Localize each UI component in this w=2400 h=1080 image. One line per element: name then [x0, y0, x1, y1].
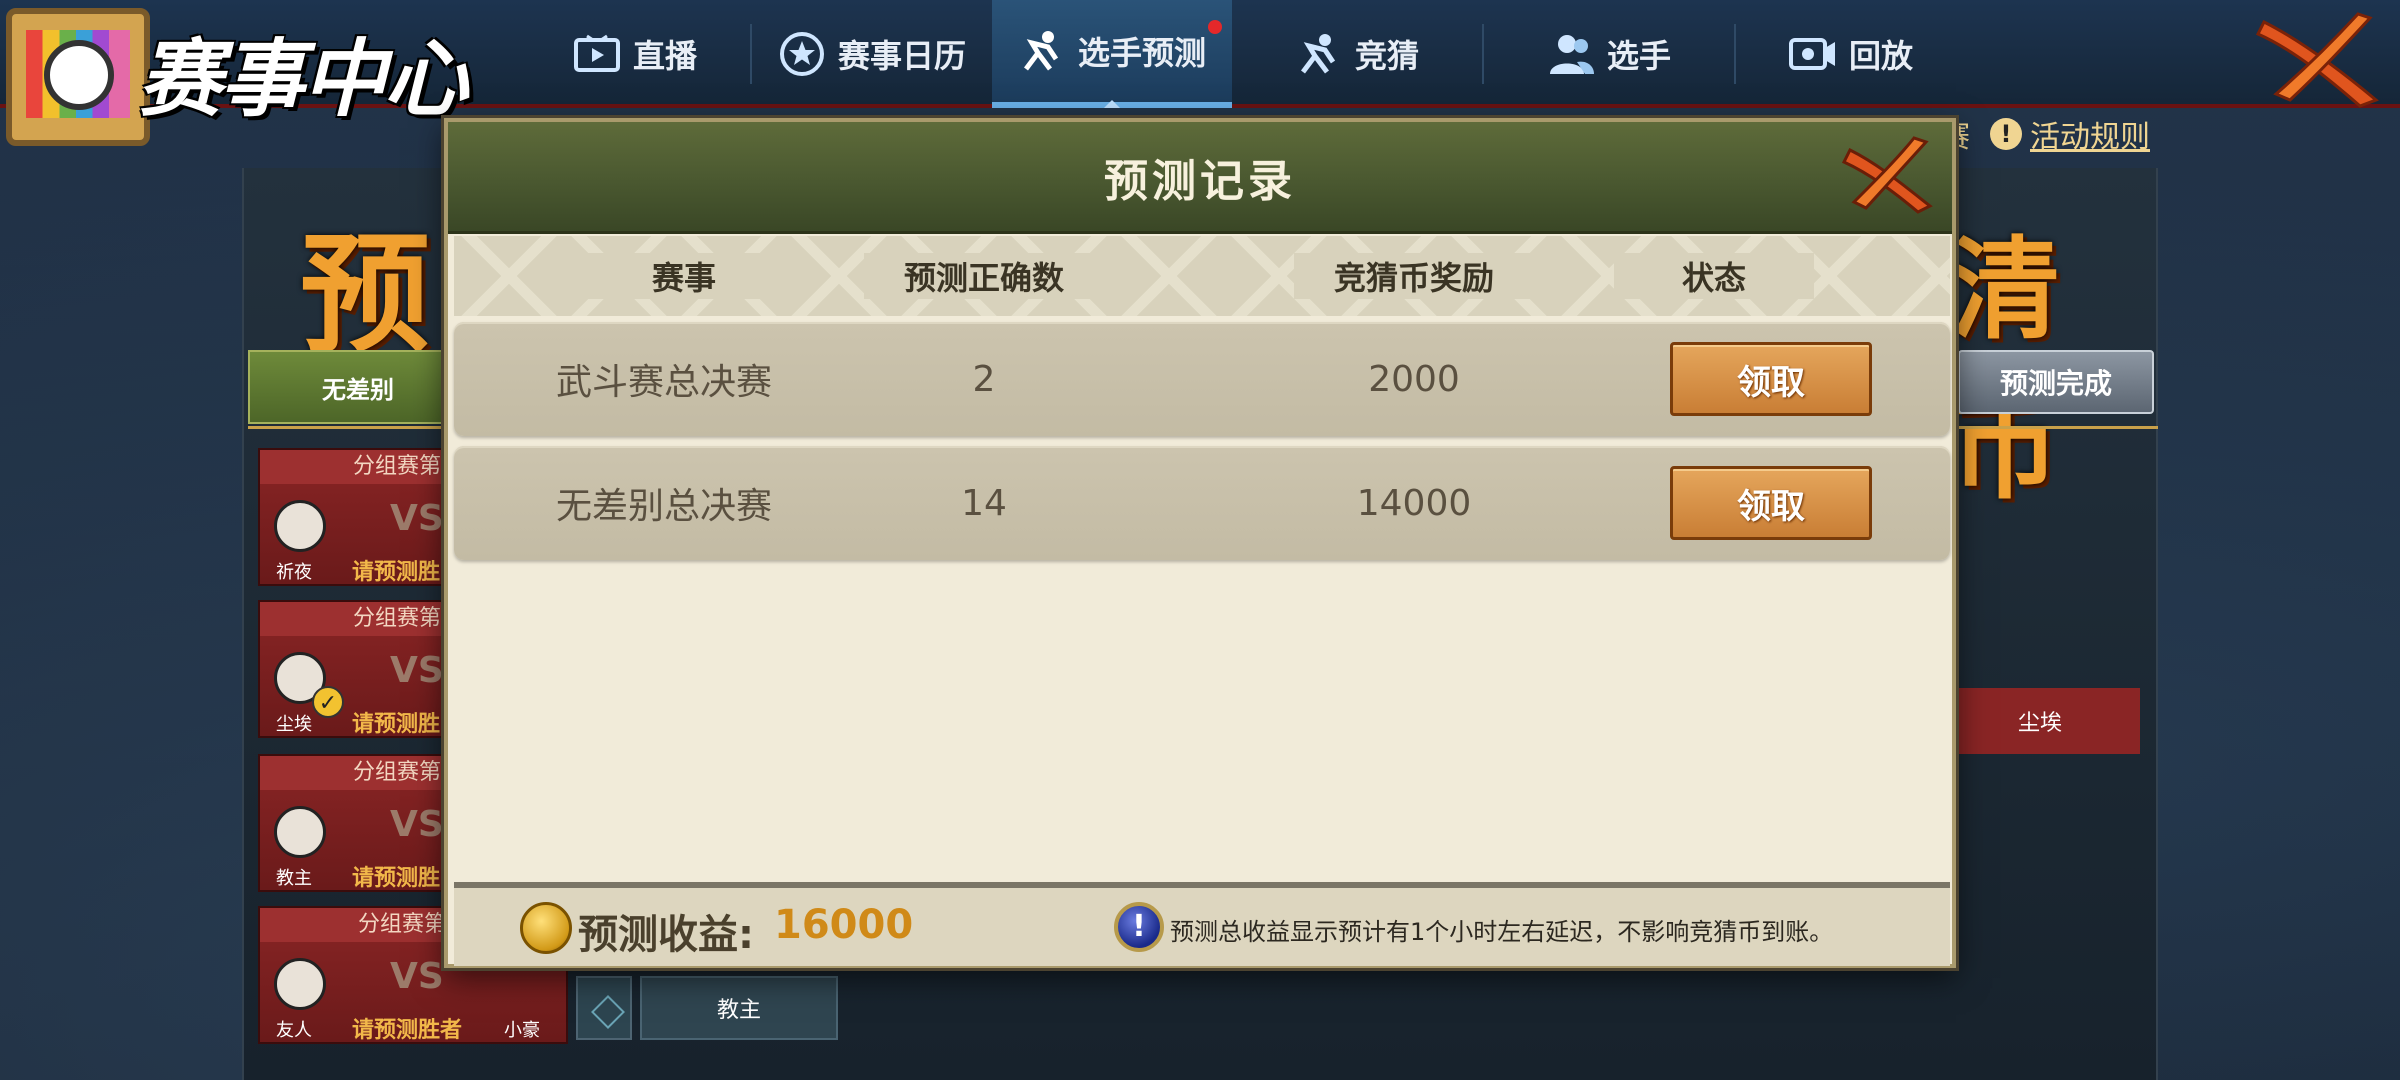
avatar — [274, 500, 326, 552]
rules-link-label: 活动规则 — [2030, 120, 2150, 155]
player-name: 祈夜 — [276, 562, 312, 583]
claim-button[interactable]: 领取 — [1670, 466, 1872, 540]
income-label: 预测收益: — [578, 912, 754, 958]
dialog-header: 预测记录 — [448, 122, 1952, 234]
leaf-mark-icon — [44, 40, 114, 110]
vs-label: VS — [390, 804, 444, 845]
event-name: 武斗赛总决赛 — [555, 362, 772, 403]
banner-right-text: 清币 — [1950, 225, 2060, 514]
tab-label: 竞猜 — [1354, 37, 1419, 75]
correct-count: 14 — [961, 482, 1007, 524]
player-name: 尘埃 — [276, 714, 312, 735]
avatar — [274, 806, 326, 858]
player-card-right[interactable]: 尘埃 — [1940, 688, 2140, 754]
claim-button[interactable]: 领取 — [1670, 342, 1872, 416]
close-icon[interactable] — [1840, 136, 1940, 216]
reward-amount: 2000 — [1368, 358, 1460, 400]
predict-hint: 请预测胜者 — [352, 1018, 463, 1043]
player-name: 教主 — [276, 868, 312, 889]
info-icon: ! — [1114, 902, 1164, 952]
predict-done-button[interactable]: 预测完成 — [1958, 350, 2154, 414]
logo: 赛事中心 — [0, 0, 480, 150]
column-header: 竞猜币奖励 — [1294, 253, 1534, 299]
opponent-name: 小豪 — [504, 1020, 540, 1041]
tab-live[interactable]: 直播 — [520, 0, 750, 108]
rules-link[interactable]: ! 活动规则 — [1990, 112, 2150, 156]
users-icon — [1547, 30, 1595, 78]
avatar — [274, 958, 326, 1010]
tab-label: 选手预测 — [1077, 34, 1206, 72]
table-row: 武斗赛总决赛 2 2000 领取 — [454, 322, 1950, 436]
vs-label: VS — [390, 956, 444, 997]
main-tabs: 直播 赛事日历 选手预测 竞猜 选手 回放 — [520, 0, 1980, 108]
column-header: 预测正确数 — [864, 253, 1104, 299]
tab-label: 赛事日历 — [837, 37, 966, 75]
diamond-icon — [576, 976, 632, 1040]
table-header: 赛事 预测正确数 竞猜币奖励 状态 — [454, 236, 1950, 316]
check-icon: ✓ — [312, 686, 344, 718]
income-value: 16000 — [774, 902, 914, 948]
tab-label: 直播 — [632, 37, 697, 75]
player-card-bottom[interactable]: 教主 — [640, 976, 838, 1040]
vs-label: VS — [390, 650, 444, 691]
top-nav-bar: 赛事中心 直播 赛事日历 选手预测 竞猜 选手 回放 — [0, 0, 2400, 146]
tab-player-predict[interactable]: 选手预测 — [992, 0, 1232, 108]
vs-label: VS — [390, 498, 444, 539]
tab-guess[interactable]: 竞猜 — [1232, 0, 1482, 108]
column-header: 状态 — [1614, 253, 1814, 299]
ninja-run-icon — [1018, 27, 1066, 75]
reward-amount: 14000 — [1356, 482, 1472, 524]
column-header: 赛事 — [584, 253, 784, 299]
predict-hint: 请预测胜 — [352, 560, 441, 585]
tab-players[interactable]: 选手 — [1484, 0, 1734, 108]
coin-icon — [520, 902, 572, 954]
delay-note: 预测总收益显示预计有1个小时左右延迟，不影响竞猜币到账。 — [1170, 918, 1834, 946]
tab-replay[interactable]: 回放 — [1736, 0, 1966, 108]
tab-label: 选手 — [1606, 37, 1671, 75]
correct-count: 2 — [972, 358, 996, 400]
warning-icon: ! — [1990, 118, 2022, 150]
table-row: 无差别总决赛 14 14000 领取 — [454, 446, 1950, 560]
star-badge-icon — [778, 30, 826, 78]
income-footer: 预测收益: 16000 ! 预测总收益显示预计有1个小时左右延迟，不影响竞猜币到… — [454, 882, 1950, 966]
prediction-record-dialog: 预测记录 赛事 预测正确数 竞猜币奖励 状态 武斗赛总决赛 2 2000 领取 … — [444, 118, 1956, 968]
notification-dot — [1208, 20, 1222, 34]
player-name: 友人 — [276, 1020, 312, 1041]
predict-hint: 请预测胜 — [352, 866, 441, 891]
dialog-title: 预测记录 — [1104, 155, 1296, 207]
tv-play-icon — [573, 30, 621, 78]
predict-hint: 请预测胜 — [352, 712, 441, 737]
banner-left-text: 预 — [300, 218, 431, 371]
event-name: 无差别总决赛 — [555, 486, 772, 527]
close-icon[interactable] — [2250, 10, 2390, 110]
tab-label: 回放 — [1848, 37, 1913, 75]
tab-no-difference[interactable]: 无差别 — [248, 350, 468, 424]
tab-calendar[interactable]: 赛事日历 — [752, 0, 992, 108]
video-camera-icon — [1788, 30, 1837, 78]
ninja-run-icon — [1295, 30, 1343, 78]
logo-title: 赛事中心 — [138, 29, 468, 128]
